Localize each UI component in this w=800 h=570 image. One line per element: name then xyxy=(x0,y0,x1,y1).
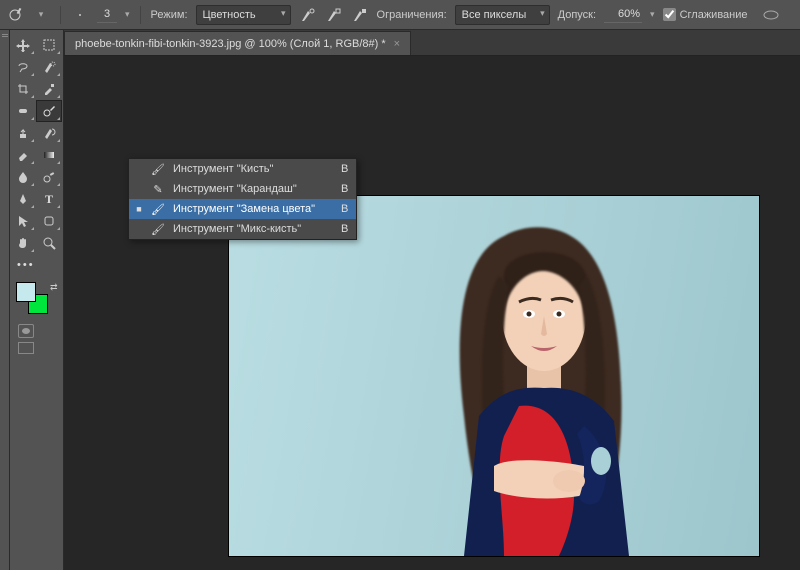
mixer-brush-icon: 🖌 xyxy=(151,223,165,236)
brush-tool-group[interactable] xyxy=(36,100,62,122)
flyout-item-label: Инструмент "Микс-кисть" xyxy=(173,223,301,235)
flyout-item-key: B xyxy=(323,223,348,235)
gradient-tool[interactable] xyxy=(36,144,62,166)
zoom-tool[interactable] xyxy=(36,232,62,254)
canvas-image xyxy=(409,216,679,556)
antialias-label: Сглаживание xyxy=(680,9,748,21)
active-marker: ■ xyxy=(135,204,143,214)
clone-stamp-tool[interactable] xyxy=(10,122,36,144)
foreground-color-swatch[interactable] xyxy=(16,282,36,302)
antialias-input[interactable] xyxy=(663,8,676,21)
blend-mode-select[interactable]: Цветность xyxy=(196,5,291,25)
flyout-item-key: B xyxy=(323,163,348,175)
flyout-item-label: Инструмент "Карандаш" xyxy=(173,183,297,195)
flyout-item-brush[interactable]: 🖌 Инструмент "Кисть" B xyxy=(129,159,356,179)
flyout-item-key: B xyxy=(323,183,348,195)
flyout-item-label: Инструмент "Кисть" xyxy=(173,163,273,175)
tolerance-label: Допуск: xyxy=(558,9,596,21)
document-tab-bar: phoebe-tonkin-fibi-tonkin-3923.jpg @ 100… xyxy=(64,30,800,56)
eyedropper-tool[interactable] xyxy=(36,78,62,100)
color-swatches[interactable] xyxy=(16,282,52,318)
flyout-item-label: Инструмент "Замена цвета" xyxy=(173,203,315,215)
marquee-tool[interactable] xyxy=(36,34,62,56)
quick-select-tool[interactable] xyxy=(36,56,62,78)
antialias-checkbox[interactable]: Сглаживание xyxy=(663,8,748,21)
hand-tool[interactable] xyxy=(10,232,36,254)
canvas[interactable] xyxy=(229,196,759,556)
blur-tool[interactable] xyxy=(10,166,36,188)
document-tab-title: phoebe-tonkin-fibi-tonkin-3923.jpg @ 100… xyxy=(75,38,386,50)
history-brush-tool[interactable] xyxy=(36,122,62,144)
brush-preview-icon[interactable] xyxy=(71,6,89,24)
sampling-continuous-icon[interactable] xyxy=(299,6,317,24)
type-tool[interactable]: T xyxy=(36,188,62,210)
flyout-item-color-replace[interactable]: ■ 🖌 Инструмент "Замена цвета" B xyxy=(129,199,356,219)
close-tab-icon[interactable]: × xyxy=(394,38,400,50)
current-tool-icon xyxy=(6,6,24,24)
pressure-size-icon[interactable] xyxy=(762,6,780,24)
document-area: phoebe-tonkin-fibi-tonkin-3923.jpg @ 100… xyxy=(64,30,800,570)
brush-size-input[interactable] xyxy=(97,7,117,23)
collapsed-panel-dock[interactable] xyxy=(0,30,10,570)
sampling-once-icon[interactable] xyxy=(325,6,343,24)
tolerance-input[interactable] xyxy=(604,7,642,23)
move-tool[interactable] xyxy=(10,34,36,56)
options-bar: ▾ ▾ Режим: Цветность Ограничения: Все пи… xyxy=(0,0,800,30)
chevron-down-icon[interactable]: ▾ xyxy=(32,6,50,24)
color-replace-icon: 🖌 xyxy=(151,203,165,216)
more-tools[interactable]: ••• xyxy=(10,254,62,276)
chevron-down-icon[interactable]: ▾ xyxy=(650,9,655,20)
healing-brush-tool[interactable] xyxy=(10,100,36,122)
chevron-down-icon[interactable]: ▾ xyxy=(125,9,130,20)
eraser-tool[interactable] xyxy=(10,144,36,166)
screen-mode-toggle[interactable] xyxy=(18,342,34,354)
brush-icon: 🖌 xyxy=(151,163,165,176)
crop-tool[interactable] xyxy=(10,78,36,100)
flyout-item-mixer-brush[interactable]: 🖌 Инструмент "Микс-кисть" B xyxy=(129,219,356,239)
limits-select[interactable]: Все пикселы xyxy=(455,5,550,25)
flyout-item-key: B xyxy=(323,203,348,215)
mode-label: Режим: xyxy=(151,9,188,21)
swap-colors-icon[interactable] xyxy=(50,282,60,292)
document-tab[interactable]: phoebe-tonkin-fibi-tonkin-3923.jpg @ 100… xyxy=(64,31,411,55)
flyout-item-pencil[interactable]: ✎ Инструмент "Карандаш" B xyxy=(129,179,356,199)
brush-tool-flyout: 🖌 Инструмент "Кисть" B ✎ Инструмент "Кар… xyxy=(128,158,357,240)
quick-mask-toggle[interactable] xyxy=(18,324,34,338)
dodge-tool[interactable] xyxy=(36,166,62,188)
pen-tool[interactable] xyxy=(10,188,36,210)
pencil-icon: ✎ xyxy=(151,183,165,196)
sampling-swatch-icon[interactable] xyxy=(351,6,369,24)
lasso-tool[interactable] xyxy=(10,56,36,78)
toolbox: T ••• xyxy=(10,30,64,570)
shape-tool[interactable] xyxy=(36,210,62,232)
path-select-tool[interactable] xyxy=(10,210,36,232)
limits-label: Ограничения: xyxy=(377,9,447,21)
